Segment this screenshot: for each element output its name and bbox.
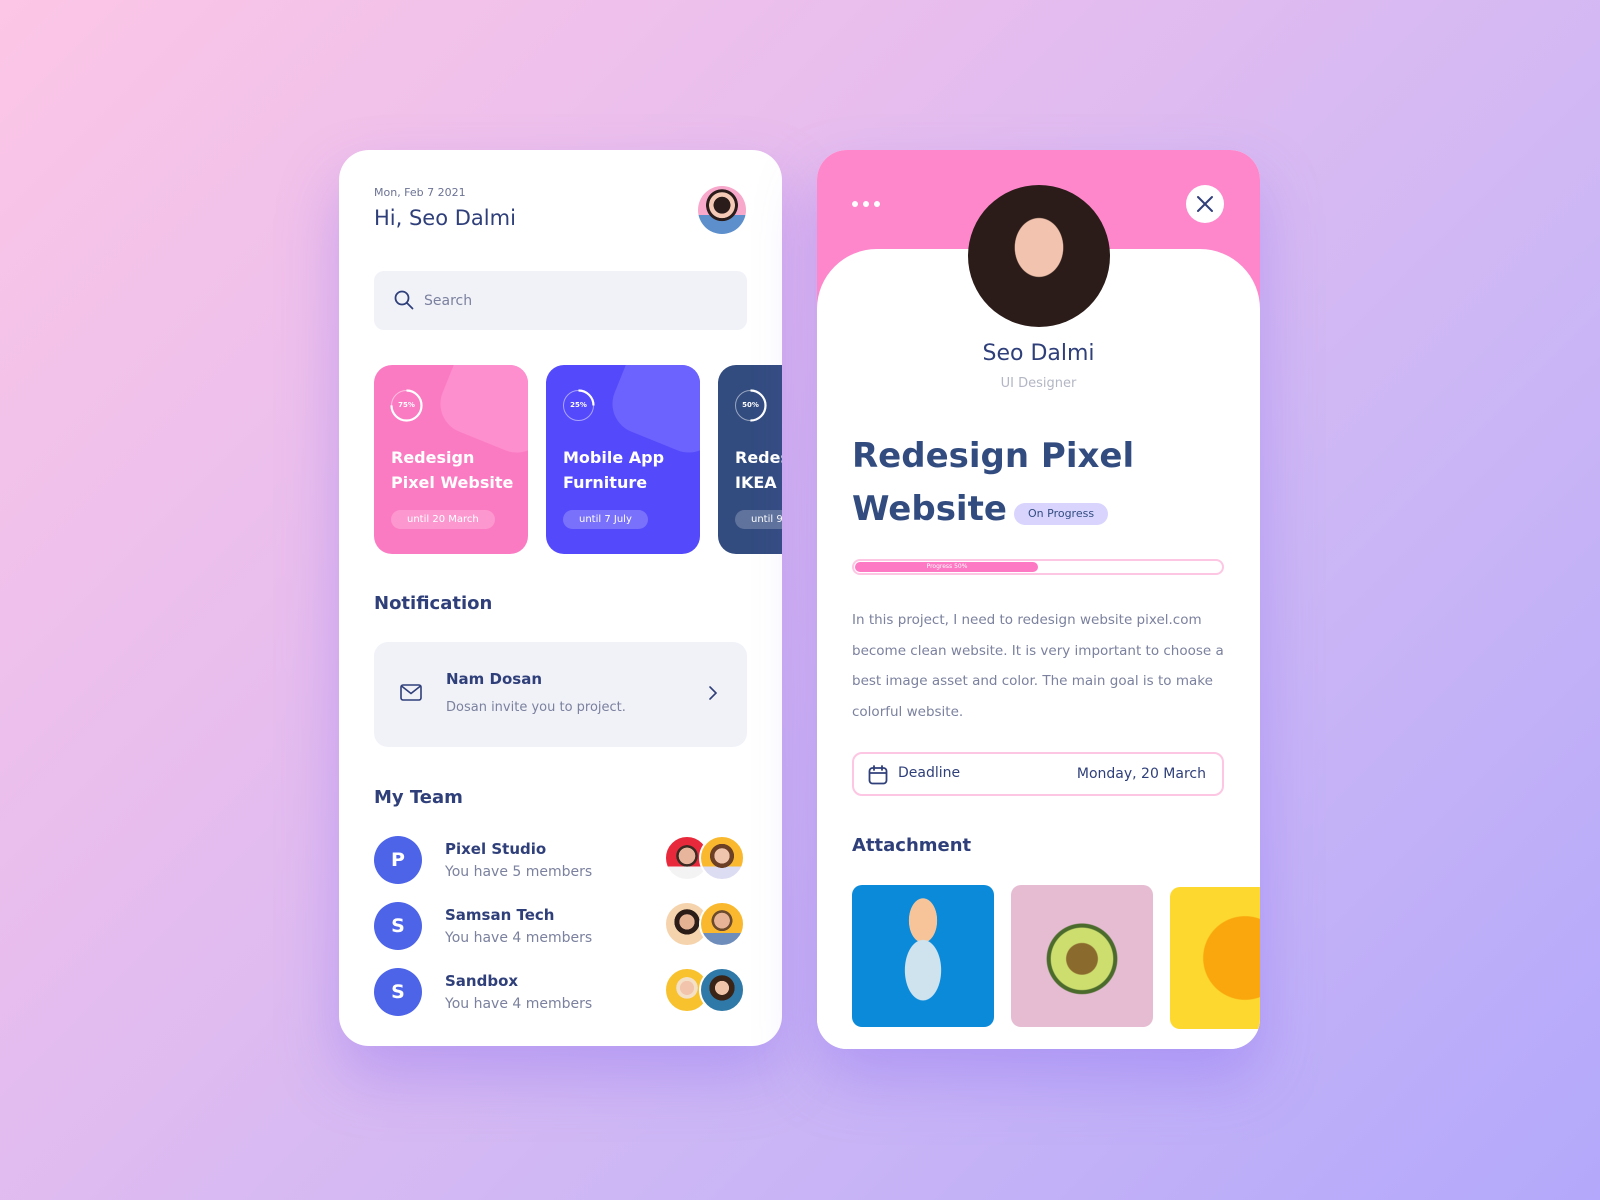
project-card[interactable]: 75% Redesign Pixel Website until 20 Marc… bbox=[374, 365, 528, 554]
member-avatar bbox=[699, 835, 745, 881]
member-avatar bbox=[699, 901, 745, 947]
deadline-row: Deadline Monday, 20 March bbox=[852, 752, 1224, 796]
calendar-icon bbox=[868, 765, 888, 785]
team-name: Samsan Tech bbox=[445, 906, 555, 924]
greeting: Hi, Seo Dalmi bbox=[374, 206, 516, 230]
project-due: until 7 July bbox=[563, 510, 648, 529]
status-badge: On Progress bbox=[1014, 503, 1109, 525]
team-heading: My Team bbox=[374, 787, 463, 808]
team-members: You have 5 members bbox=[445, 864, 593, 880]
progress-percent: 75% bbox=[398, 401, 415, 409]
notification-message: Dosan invite you to project. bbox=[446, 700, 626, 715]
search-input[interactable] bbox=[424, 289, 724, 313]
team-item[interactable]: S Sandbox You have 4 members bbox=[374, 967, 747, 1018]
progress-label: Progress 50% bbox=[926, 563, 968, 570]
progress-bar: Progress 50% bbox=[852, 559, 1224, 575]
close-icon bbox=[1197, 196, 1213, 212]
project-title: Mobile App Furniture bbox=[563, 448, 665, 492]
project-title: Redesign Pixel Website bbox=[391, 448, 514, 492]
project-due: until 20 March bbox=[391, 510, 495, 529]
project-card[interactable]: 50% Redesign IKEA until 9 D bbox=[718, 365, 782, 554]
team-members: You have 4 members bbox=[445, 930, 593, 946]
project-description: In this project, I need to redesign webs… bbox=[852, 612, 1224, 720]
more-options-icon[interactable] bbox=[852, 201, 880, 207]
progress-percent: 25% bbox=[570, 401, 587, 409]
profile-name: Seo Dalmi bbox=[982, 341, 1095, 366]
team-members: You have 4 members bbox=[445, 996, 593, 1012]
lemon-image[interactable] bbox=[1170, 887, 1260, 1029]
attachment-heading: Attachment bbox=[852, 835, 972, 856]
team-item[interactable]: S Samsan Tech You have 4 members bbox=[374, 901, 747, 952]
team-initial-avatar: S bbox=[374, 902, 422, 950]
progress-percent: 50% bbox=[742, 401, 759, 409]
deadline-value: Monday, 20 March bbox=[1076, 766, 1206, 782]
notification-heading: Notification bbox=[374, 593, 493, 614]
project-card[interactable]: 25% Mobile App Furniture until 7 July bbox=[546, 365, 700, 554]
mail-icon bbox=[400, 684, 422, 701]
project-due: until 9 D bbox=[735, 510, 782, 529]
member-avatar bbox=[699, 967, 745, 1013]
search-icon bbox=[394, 290, 414, 310]
profile-role: UI Designer bbox=[1000, 376, 1077, 391]
team-item[interactable]: P Pixel Studio You have 5 members bbox=[374, 835, 747, 886]
current-date: Mon, Feb 7 2021 bbox=[374, 186, 466, 199]
deadline-label: Deadline bbox=[898, 765, 961, 781]
notification-sender: Nam Dosan bbox=[446, 670, 543, 688]
chevron-right-icon[interactable] bbox=[708, 685, 718, 701]
team-initial-avatar: S bbox=[374, 968, 422, 1016]
avocado-image[interactable] bbox=[1011, 885, 1153, 1027]
team-name: Pixel Studio bbox=[445, 840, 547, 858]
project-detail-panel: Seo Dalmi UI Designer Redesign Pixel Web… bbox=[817, 150, 1260, 1049]
close-button[interactable] bbox=[1186, 185, 1224, 223]
pineapple-image[interactable] bbox=[852, 885, 994, 1027]
home-panel: Mon, Feb 7 2021 Hi, Seo Dalmi 75% Redesi… bbox=[339, 150, 782, 1046]
search-bar[interactable] bbox=[374, 271, 747, 330]
user-avatar-icon[interactable] bbox=[698, 186, 746, 234]
project-title: Redesign IKEA bbox=[735, 448, 782, 492]
team-initial-avatar: P bbox=[374, 836, 422, 884]
team-name: Sandbox bbox=[445, 972, 519, 990]
profile-avatar bbox=[968, 185, 1110, 327]
notification-item[interactable]: Nam Dosan Dosan invite you to project. bbox=[374, 642, 747, 747]
